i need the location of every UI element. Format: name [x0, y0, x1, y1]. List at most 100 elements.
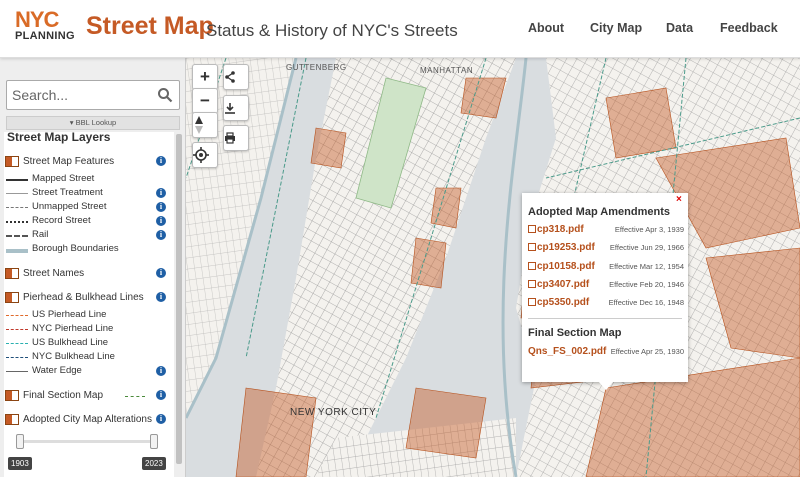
external-link-icon — [528, 225, 536, 233]
logo-planning: PLANNING — [15, 30, 75, 42]
legend-label: Street Treatment — [32, 187, 103, 198]
external-link-icon — [528, 298, 536, 306]
layer-label: Adopted City Map Alterations — [23, 414, 152, 425]
layer-toggle-features[interactable] — [5, 156, 19, 167]
download-icon — [225, 103, 235, 114]
legend-label: Unmapped Street — [32, 201, 107, 212]
final-section-date: Effective Apr 25, 1930 — [610, 347, 684, 356]
app-title: Street Map — [86, 12, 214, 40]
amendment-row: cp5350.pdf Effective Dec 16, 1948 — [528, 297, 684, 311]
legend-swatch — [6, 357, 28, 358]
zoom-out-button[interactable]: − — [192, 88, 218, 114]
info-icon[interactable]: i — [156, 366, 166, 376]
amendments-heading: Adopted Map Amendments — [528, 206, 670, 218]
info-icon[interactable]: i — [156, 216, 166, 226]
app-root: NYC PLANNING Street Map Status & History… — [0, 0, 800, 477]
bbl-lookup-toggle[interactable]: ▾ BBL Lookup — [6, 116, 180, 130]
amendment-row: cp318.pdf Effective Apr 3, 1939 — [528, 224, 684, 238]
share-icon — [225, 71, 235, 83]
info-icon[interactable]: i — [156, 156, 166, 166]
zoom-in-button[interactable]: + — [192, 64, 218, 90]
final-section-row: Qns_FS_002.pdf Effective Apr 25, 1930 — [528, 346, 684, 360]
feature-popup: × Adopted Map Amendments cp318.pdf Effec… — [522, 193, 688, 382]
amendment-date: Effective Mar 12, 1954 — [609, 262, 684, 271]
info-icon[interactable]: i — [156, 188, 166, 198]
legend-label: Rail — [32, 229, 49, 240]
layer-toggle-alterations[interactable] — [5, 414, 19, 425]
layers-title: Street Map Layers — [7, 132, 111, 144]
layer-label: Pierhead & Bulkhead Lines — [23, 292, 144, 303]
legend-swatch — [6, 207, 28, 208]
map-label-manhattan: MANHATTAN — [420, 66, 474, 75]
legend-swatch — [6, 371, 28, 372]
locate-button[interactable] — [192, 142, 218, 168]
legend-swatch — [6, 329, 28, 330]
info-icon[interactable]: i — [156, 230, 166, 240]
nyc-planning-logo[interactable]: NYC PLANNING — [15, 7, 75, 43]
legend-swatch — [6, 221, 28, 223]
legend-label: Record Street — [32, 215, 91, 226]
info-icon[interactable]: i — [156, 292, 166, 302]
locate-icon — [193, 147, 209, 163]
app-header: NYC PLANNING Street Map Status & History… — [0, 0, 800, 58]
info-icon[interactable]: i — [156, 202, 166, 212]
legend-label: Water Edge — [32, 365, 82, 376]
layer-toggle-pierhead[interactable] — [5, 292, 19, 303]
legend-swatch — [6, 315, 28, 316]
search-icon[interactable] — [157, 87, 173, 103]
legend-swatch — [6, 343, 28, 344]
legend-swatch — [6, 179, 28, 181]
popup-divider — [528, 318, 682, 319]
compass-button[interactable] — [192, 112, 218, 138]
layer-label: Final Section Map — [23, 390, 104, 401]
year-min-label: 1903 — [8, 457, 32, 470]
legend-label: Borough Boundaries — [32, 243, 119, 254]
info-icon[interactable]: i — [156, 390, 166, 400]
share-button[interactable] — [223, 64, 249, 90]
app-subtitle: Status & History of NYC's Streets — [206, 21, 458, 40]
amendment-link[interactable]: cp19253.pdf — [528, 242, 595, 253]
logo-nyc: NYC — [15, 7, 59, 32]
amendment-link[interactable]: cp5350.pdf — [528, 297, 589, 308]
layer-final-section-map: Final Section Map i — [4, 388, 174, 404]
legend-label: NYC Pierhead Line — [32, 323, 114, 334]
nav-city-map[interactable]: City Map — [590, 21, 642, 35]
popup-close-button[interactable]: × — [676, 194, 682, 205]
layer-toggle-final-section[interactable] — [5, 390, 19, 401]
final-section-link[interactable]: Qns_FS_002.pdf — [528, 346, 606, 357]
legend-borough-boundaries: Borough Boundaries — [4, 242, 174, 258]
amendment-link[interactable]: cp318.pdf — [528, 224, 584, 235]
legend-swatch — [6, 235, 28, 237]
map-graphic — [186, 58, 800, 477]
amendment-link[interactable]: cp3407.pdf — [528, 279, 589, 290]
nav-about[interactable]: About — [528, 21, 564, 35]
nav-data[interactable]: Data — [666, 21, 693, 35]
info-icon[interactable]: i — [156, 268, 166, 278]
map-label-new-york-city: NEW YORK CITY — [290, 407, 377, 418]
info-icon[interactable]: i — [156, 414, 166, 424]
search-input[interactable] — [12, 85, 152, 105]
layer-label: Street Map Features — [23, 156, 115, 167]
year-slider-track[interactable] — [20, 440, 155, 443]
nav-feedback[interactable]: Feedback — [720, 21, 778, 35]
layers-scrollbar[interactable] — [175, 132, 183, 477]
legend-label: US Bulkhead Line — [32, 337, 109, 348]
layer-street-names: Street Names i — [4, 266, 174, 282]
map-canvas[interactable]: GUTTENBERG MANHATTAN NEW YORK CITY + − — [186, 58, 800, 477]
popup-tail — [598, 381, 614, 390]
amendment-date: Effective Apr 3, 1939 — [614, 225, 684, 234]
external-link-icon — [528, 262, 536, 270]
year-slider-min-handle[interactable] — [16, 434, 24, 449]
amendment-row: cp10158.pdf Effective Mar 12, 1954 — [528, 261, 684, 275]
year-slider-max-handle[interactable] — [150, 434, 158, 449]
scrollbar-thumb[interactable] — [176, 134, 182, 464]
download-button[interactable] — [223, 95, 249, 121]
amendment-date: Effective Dec 16, 1948 — [608, 298, 684, 307]
print-button[interactable] — [223, 125, 249, 151]
layer-toggle-street-names[interactable] — [5, 268, 19, 279]
amendment-link[interactable]: cp10158.pdf — [528, 261, 595, 272]
amendment-row: cp3407.pdf Effective Feb 20, 1946 — [528, 279, 684, 293]
layer-adopted-alterations: Adopted City Map Alterations i — [4, 412, 174, 428]
search-box — [6, 80, 180, 110]
legend-swatch — [6, 193, 28, 194]
